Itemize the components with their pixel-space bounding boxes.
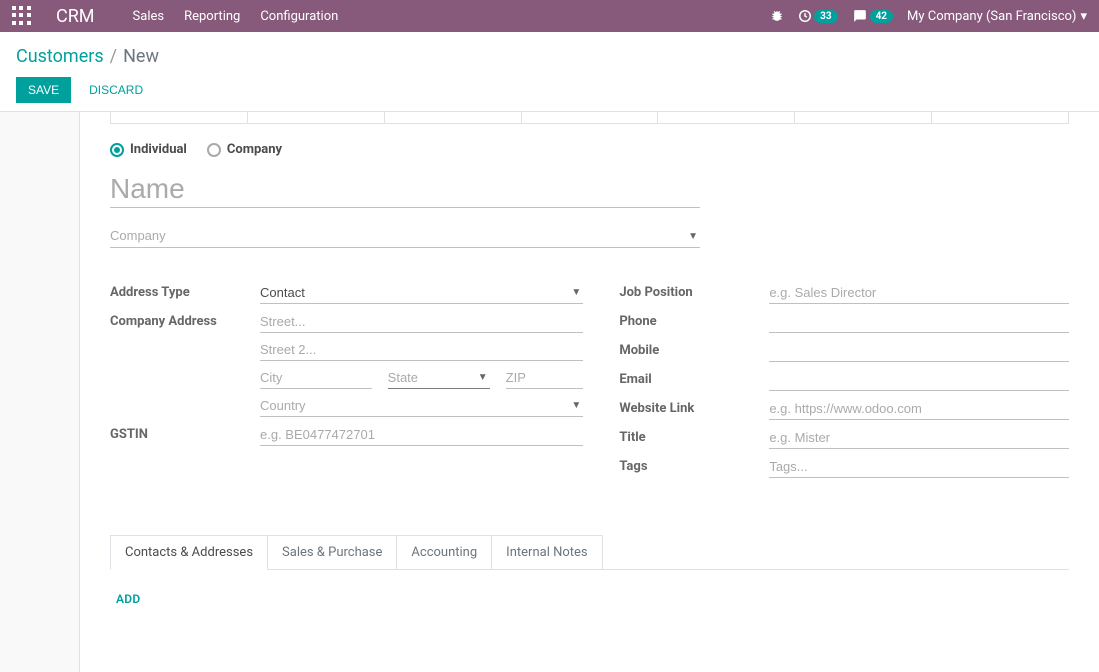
- apps-icon[interactable]: [12, 6, 32, 26]
- tab-sales[interactable]: Sales & Purchase: [267, 535, 397, 570]
- company-name: My Company (San Francisco): [907, 9, 1076, 24]
- smart-button-row: [110, 112, 1069, 124]
- breadcrumb-current: New: [123, 46, 159, 67]
- company-selector[interactable]: My Company (San Francisco) ▾: [907, 9, 1087, 24]
- field-website: Website Link: [619, 398, 1069, 420]
- radio-label: Company: [227, 142, 282, 157]
- smart-tab[interactable]: [110, 112, 248, 123]
- job-input[interactable]: [769, 282, 1069, 304]
- zip-input[interactable]: [506, 367, 584, 389]
- bug-icon[interactable]: [770, 9, 784, 23]
- radio-label: Individual: [130, 142, 187, 157]
- email-input[interactable]: [769, 369, 1069, 391]
- field-phone: Phone: [619, 311, 1069, 333]
- left-column: Address Type ▼ Company Address: [110, 282, 583, 485]
- control-panel: Customers / New Save Discard: [0, 32, 1099, 112]
- form-sheet: Individual Company ▼ Address Type ▼: [80, 112, 1099, 672]
- label: Job Position: [619, 282, 769, 300]
- street2-input[interactable]: [260, 339, 583, 361]
- title-input[interactable]: [769, 427, 1069, 449]
- smart-tab[interactable]: [658, 112, 795, 123]
- gstin-input[interactable]: [260, 424, 583, 446]
- field-job-position: Job Position: [619, 282, 1069, 304]
- nav-link-configuration[interactable]: Configuration: [260, 9, 338, 24]
- name-input[interactable]: [110, 171, 700, 208]
- side-strip: [0, 112, 80, 672]
- mobile-input[interactable]: [769, 340, 1069, 362]
- city-input[interactable]: [260, 367, 372, 389]
- content: Individual Company ▼ Address Type ▼: [0, 112, 1099, 672]
- type-radio-group: Individual Company: [110, 142, 1069, 157]
- right-column: Job Position Phone Mobile Email Website …: [619, 282, 1069, 485]
- field-address-type: Address Type ▼: [110, 282, 583, 304]
- action-buttons: Save Discard: [16, 77, 1083, 103]
- radio-icon: [207, 143, 221, 157]
- nav-right: 33 42 My Company (San Francisco) ▾: [770, 9, 1087, 24]
- form-grid: Address Type ▼ Company Address: [110, 282, 1069, 485]
- tab-content: Add: [110, 569, 1069, 629]
- chevron-down-icon: ▾: [1080, 9, 1087, 24]
- label: GSTIN: [110, 424, 260, 442]
- label: Website Link: [619, 398, 769, 416]
- label: Email: [619, 369, 769, 387]
- tags-input[interactable]: [769, 456, 1069, 478]
- label: Address Type: [110, 282, 260, 300]
- field-gstin: GSTIN: [110, 424, 583, 446]
- smart-tab[interactable]: [385, 112, 522, 123]
- brand[interactable]: CRM: [56, 6, 95, 27]
- chat-icon[interactable]: 42: [852, 9, 893, 23]
- radio-icon: [110, 143, 124, 157]
- label: Mobile: [619, 340, 769, 358]
- label: Phone: [619, 311, 769, 329]
- tab-accounting[interactable]: Accounting: [396, 535, 492, 570]
- top-navbar: CRM Sales Reporting Configuration 33 42 …: [0, 0, 1099, 32]
- breadcrumb: Customers / New: [16, 46, 1083, 67]
- add-button[interactable]: Add: [116, 592, 141, 606]
- chat-badge: 42: [870, 10, 893, 23]
- nav-link-reporting[interactable]: Reporting: [184, 9, 240, 24]
- label: Company Address: [110, 311, 260, 329]
- field-email: Email: [619, 369, 1069, 391]
- label: Tags: [619, 456, 769, 474]
- nav-link-sales[interactable]: Sales: [133, 9, 165, 24]
- tab-contacts[interactable]: Contacts & Addresses: [110, 535, 268, 570]
- company-input[interactable]: [110, 224, 700, 248]
- address-type-input[interactable]: [260, 282, 583, 304]
- breadcrumb-separator: /: [110, 46, 117, 67]
- smart-tab[interactable]: [932, 112, 1069, 123]
- radio-individual[interactable]: Individual: [110, 142, 187, 157]
- tabs: Contacts & Addresses Sales & Purchase Ac…: [110, 535, 1069, 570]
- clock-icon[interactable]: 33: [798, 9, 837, 23]
- street-input[interactable]: [260, 311, 583, 333]
- field-title: Title: [619, 427, 1069, 449]
- nav-links: Sales Reporting Configuration: [133, 9, 339, 24]
- tab-notes[interactable]: Internal Notes: [491, 535, 602, 570]
- save-button[interactable]: Save: [16, 77, 71, 103]
- discard-button[interactable]: Discard: [81, 77, 151, 103]
- label: Title: [619, 427, 769, 445]
- state-input[interactable]: [388, 367, 490, 389]
- smart-tab[interactable]: [522, 112, 659, 123]
- website-input[interactable]: [769, 398, 1069, 420]
- breadcrumb-parent[interactable]: Customers: [16, 46, 104, 67]
- smart-tab[interactable]: [248, 112, 385, 123]
- clock-badge: 33: [814, 10, 837, 23]
- field-company-address: Company Address ▼: [110, 311, 583, 417]
- country-input[interactable]: [260, 395, 583, 417]
- field-tags: Tags: [619, 456, 1069, 478]
- field-mobile: Mobile: [619, 340, 1069, 362]
- smart-tab[interactable]: [795, 112, 932, 123]
- company-field: ▼: [110, 224, 700, 248]
- phone-input[interactable]: [769, 311, 1069, 333]
- radio-company[interactable]: Company: [207, 142, 282, 157]
